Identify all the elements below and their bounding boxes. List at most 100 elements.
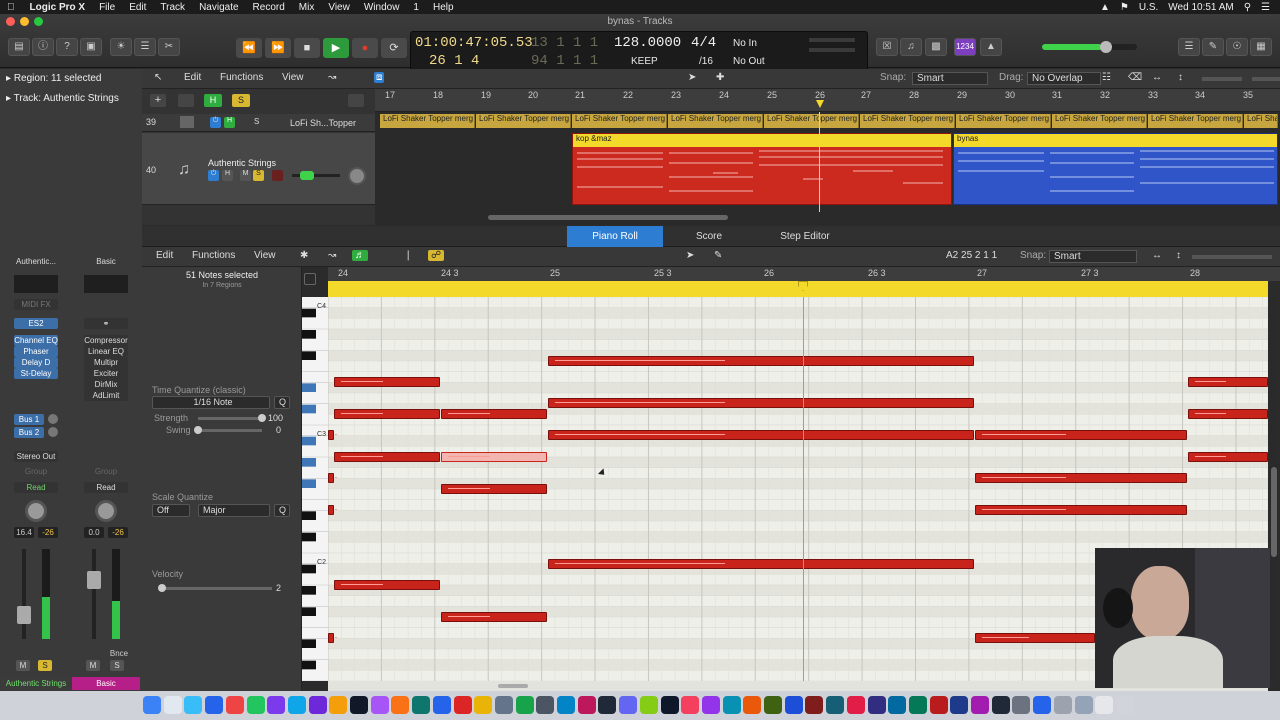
dock-app-icon[interactable] [826, 696, 845, 714]
collapse-icon[interactable] [304, 273, 316, 285]
menu-window[interactable]: Window [357, 2, 407, 13]
midi-note[interactable] [334, 452, 440, 462]
dock-app-icon[interactable] [929, 696, 948, 714]
apple-icon[interactable]:  [0, 2, 22, 13]
hide-button[interactable]: H [224, 117, 235, 128]
strip-footer[interactable]: Authentic Strings [2, 677, 70, 690]
black-key[interactable] [302, 511, 316, 520]
pr-vertical-zoom-icon[interactable]: ↕ [1176, 250, 1181, 261]
dock-app-icon[interactable] [867, 696, 886, 714]
track-row-40[interactable]: 40 ♫ Authentic Strings ⏻ H M S [142, 133, 375, 205]
smart-controls-icon[interactable]: ☀ [110, 38, 132, 56]
master-volume-slider[interactable] [1042, 41, 1137, 53]
midi-region-bynas[interactable]: bynas [953, 133, 1278, 205]
dock-app-icon[interactable] [143, 696, 161, 714]
midi-note[interactable] [975, 473, 1187, 483]
dock-app-icon[interactable] [246, 696, 265, 714]
region[interactable]: LoFi Shaker Topper merg [572, 114, 667, 128]
tab-piano-roll[interactable]: Piano Roll [567, 226, 663, 247]
waveform-zoom-icon[interactable]: ☷ [1102, 72, 1111, 83]
midi-note[interactable] [441, 612, 547, 622]
mute-button[interactable]: M [240, 170, 251, 181]
scale-mode-select[interactable]: Major [198, 504, 270, 517]
dock-app-icon[interactable] [1095, 696, 1114, 714]
region[interactable]: LoFi Shaker Topper merg [764, 114, 859, 128]
note-pad-icon[interactable]: ✎ [1202, 38, 1224, 56]
browser-icon[interactable]: ▦ [1250, 38, 1272, 56]
tracks-edit-menu[interactable]: Edit [184, 72, 201, 83]
black-key[interactable] [302, 458, 316, 467]
black-key[interactable] [302, 479, 316, 488]
group-slot[interactable]: Group [14, 466, 58, 477]
link-mode-icon[interactable]: ☍ [428, 250, 445, 261]
automation-mode[interactable]: Read [84, 482, 128, 493]
pr-functions-menu[interactable]: Functions [192, 250, 235, 261]
dock-app-icon[interactable] [722, 696, 741, 714]
midi-note[interactable] [975, 430, 1187, 440]
black-key[interactable] [302, 639, 316, 648]
dock-app-icon[interactable] [784, 696, 803, 714]
dock-app-icon[interactable] [267, 696, 286, 714]
menu-view[interactable]: View [321, 2, 357, 13]
lcd-signature[interactable]: 4/4 [691, 35, 716, 51]
menu-record[interactable]: Record [246, 2, 292, 13]
solo-mode-icon[interactable]: ▩ [925, 38, 947, 56]
lcd-in[interactable]: No In [733, 38, 757, 49]
back-icon[interactable]: ↖ [154, 72, 162, 83]
dock-app-icon[interactable] [329, 696, 348, 714]
plugin-slot[interactable]: DirMix [84, 379, 128, 390]
pan-knob[interactable] [95, 500, 117, 522]
dock-app-icon[interactable] [184, 696, 203, 714]
tab-step-editor[interactable]: Step Editor [755, 226, 855, 247]
playhead-marker-icon[interactable] [816, 100, 824, 108]
dock-app-icon[interactable] [598, 696, 617, 714]
region-inspector-toggle[interactable]: ▸ Region: 11 selected [6, 73, 101, 84]
dock-app-icon[interactable] [1074, 696, 1093, 714]
cycle-button[interactable]: ⟳ [381, 38, 407, 58]
region[interactable]: LoFi Shaker Topper merg [476, 114, 571, 128]
plugin-slot[interactable]: St-Delay [14, 368, 58, 379]
spotlight-icon[interactable]: ⚲ [1244, 2, 1251, 13]
bounce-button[interactable]: Bnce [106, 648, 132, 659]
dock-app-icon[interactable] [764, 696, 782, 714]
midi-note[interactable] [328, 430, 337, 440]
black-key[interactable] [302, 532, 316, 542]
piano-roll-ruler[interactable]: 24 24 3 25 25 3 26 26 3 27 27 3 28 [328, 267, 1280, 281]
pr-pencil-tool-icon[interactable]: ✎ [714, 250, 722, 261]
dock-app-icon[interactable] [474, 696, 493, 714]
dock-app-icon[interactable] [350, 696, 368, 714]
dock-app-icon[interactable] [660, 696, 679, 714]
dock-app-icon[interactable] [536, 696, 555, 714]
dock-app-icon[interactable] [681, 696, 700, 714]
dock-app-icon[interactable] [950, 696, 969, 714]
dock-app-icon[interactable] [494, 696, 513, 714]
quick-help-icon[interactable]: ? [56, 38, 78, 56]
dock-app-icon[interactable] [225, 696, 244, 714]
volume-fader[interactable] [17, 549, 31, 639]
dock-app-icon[interactable] [1012, 696, 1031, 714]
power-icon[interactable]: ⏻ [210, 117, 221, 128]
solo-button[interactable]: S [110, 660, 124, 671]
send-slot[interactable]: Bus 1 [14, 414, 44, 425]
send-slot[interactable]: Bus 2 [14, 427, 44, 438]
black-key[interactable] [302, 383, 316, 392]
midi-note[interactable] [975, 505, 1187, 515]
quantize-button[interactable]: Q [274, 396, 290, 409]
black-key[interactable] [302, 330, 316, 339]
flag-icon[interactable]: ⚑ [1120, 2, 1129, 13]
lcd-division[interactable]: /16 [699, 56, 713, 67]
midi-in-icon[interactable]: ✱ [300, 250, 308, 261]
black-key[interactable] [302, 660, 316, 670]
piano-keyboard[interactable]: C4 C3 C2 [302, 297, 328, 681]
plugin-slot[interactable]: Compressor [84, 335, 128, 346]
midi-note[interactable] [328, 505, 337, 515]
dock-app-icon[interactable] [287, 696, 306, 714]
power-icon[interactable]: ⏻ [208, 170, 219, 181]
menu-navigate[interactable]: Navigate [192, 2, 245, 13]
volume-fader[interactable] [87, 549, 101, 639]
black-key[interactable] [302, 404, 316, 414]
mute-button[interactable]: M [86, 660, 100, 671]
loop-browser-icon[interactable]: ☉ [1226, 38, 1248, 56]
midi-note[interactable] [548, 430, 974, 440]
pr-edit-menu[interactable]: Edit [156, 250, 173, 261]
